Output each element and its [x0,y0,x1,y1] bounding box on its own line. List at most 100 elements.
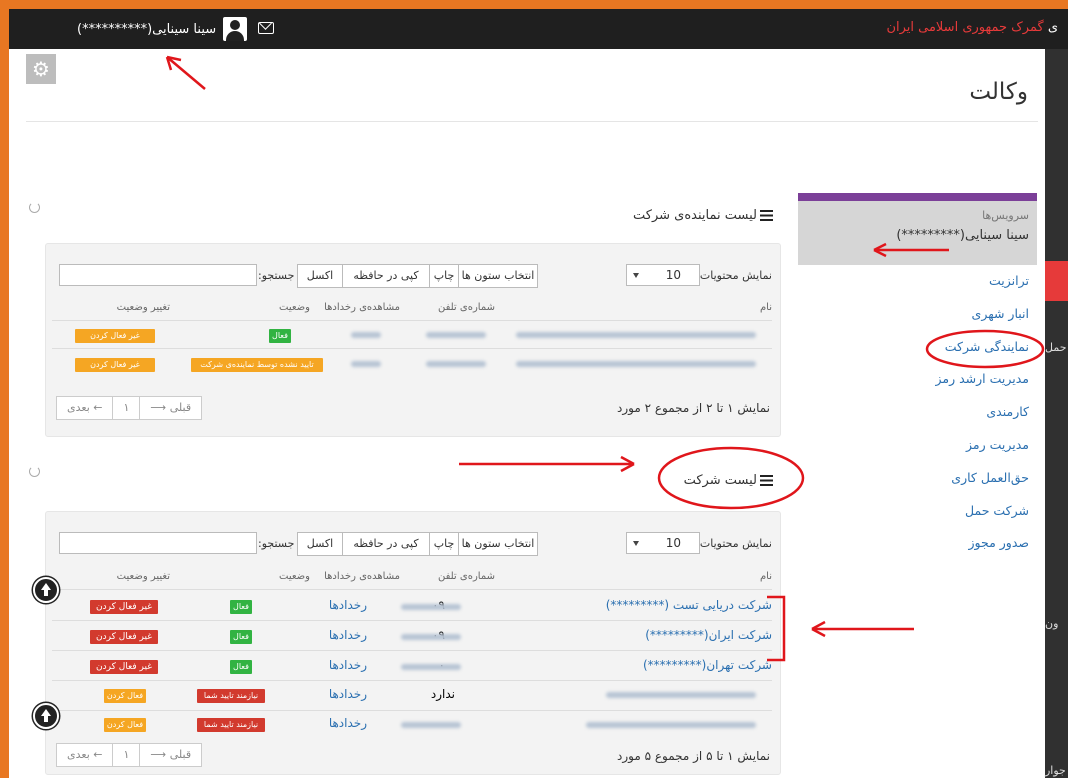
activate-button[interactable]: فعال کردن [104,689,146,703]
redacted-events [351,332,381,338]
company-name-link[interactable]: شرکت تهران(*********) [643,658,772,672]
events-link[interactable]: رخدادها [329,658,367,672]
rail-active-tab[interactable] [1045,261,1068,301]
col-status[interactable]: وضعیت [279,302,310,313]
choose-columns-button[interactable]: انتخاب ستون ها [458,532,538,556]
sidebar-user-name: سینا سینایی(*********) [896,228,1029,243]
search-input[interactable] [59,532,257,554]
page-length-select[interactable]: 10 [626,264,700,286]
divider [26,121,1038,122]
redacted-name [606,692,756,698]
sidebar-item-city-warehouse[interactable]: انبار شهری [798,298,1037,331]
status-badge: نیازمند تایید شما [197,689,265,703]
deactivate-button[interactable]: غیر فعال کردن [75,358,155,372]
sidebar-item-company-representation[interactable]: نمایندگی شرکت [798,331,1037,364]
col-events[interactable]: مشاهده‌ی رخدادها [324,302,400,313]
pagination-prev[interactable]: قبلی ⟶ [139,397,201,419]
deactivate-button[interactable]: غیر فعال کردن [90,660,158,674]
row-divider [52,589,772,590]
col-name[interactable]: نام [760,302,772,313]
choose-columns-button[interactable]: انتخاب ستون ها [458,264,538,288]
col-change-status[interactable]: تغییر وضعیت [117,302,170,313]
redacted-events [351,361,381,367]
annotation-arrowhead [811,620,826,638]
scroll-up-icon[interactable] [33,703,59,729]
user-menu[interactable]: سینا سینایی(**********) [77,17,248,41]
col-name[interactable]: نام [760,571,772,582]
company-name-link[interactable]: شرکت ایران(*********) [645,628,772,642]
status-badge: فعال [269,329,291,343]
scroll-up-icon[interactable] [33,577,59,603]
refresh-icon[interactable] [29,466,40,477]
page-length-select[interactable]: 10 [626,532,700,554]
rail-label: ون [1045,617,1059,630]
events-link[interactable]: رخدادها [329,687,367,701]
pagination-next[interactable]: ← بعدی [57,744,112,766]
print-button[interactable]: چاپ [429,532,459,556]
pagination-next-label: بعدی [67,748,90,761]
redacted-name [516,332,756,338]
deactivate-button[interactable]: غیر فعال کردن [90,630,158,644]
annotation-arrowhead [165,55,182,71]
mail-icon[interactable] [258,22,274,34]
col-events[interactable]: مشاهده‌ی رخدادها [324,571,400,582]
search-input[interactable] [59,264,257,286]
col-change-status[interactable]: تغییر وضعیت [117,571,170,582]
status-badge: فعال [230,660,252,674]
companies-title-text: لیست شرکت [683,473,757,488]
sidebar-item-brokerage[interactable]: حق‌العمل کاری [798,462,1037,495]
avatar-icon [223,17,248,41]
sidebar-item-license-issue[interactable]: صدور مجوز [798,527,1037,560]
show-entries-label: نمایش محتویات [699,537,772,550]
row-divider [52,650,772,651]
status-badge: فعال [230,630,252,644]
sidebar-item-transit[interactable]: ترانزیت [798,265,1037,298]
list-icon [760,475,773,486]
sidebar-accent [798,193,1037,201]
sidebar-item-carrier-company[interactable]: شرکت حمل [798,495,1037,528]
events-link[interactable]: رخدادها [329,598,367,612]
companies-panel: نمایش محتویات 10 انتخاب ستون ها چاپ کپی … [45,511,781,775]
table-info: نمایش ۱ تا ۵ از مجموع ۵ مورد [616,749,770,763]
status-badge: تایید نشده توسط نماینده‌ی شرکت [191,358,323,372]
sidebar-item-senior-password-management[interactable]: مدیریت ارشد رمز [798,363,1037,396]
pagination-page[interactable]: ۱ [112,397,139,419]
events-link[interactable]: رخدادها [329,716,367,730]
representatives-title-text: لیست نماینده‌ی شرکت [633,208,757,223]
activate-button[interactable]: فعال کردن [104,718,146,732]
sidebar-item-employee[interactable]: کارمندی [798,396,1037,429]
redacted-phone [426,361,486,367]
sidebar-item-password-management[interactable]: مدیریت رمز [798,429,1037,462]
table-info: نمایش ۱ تا ۲ از مجموع ۲ مورد [616,401,770,415]
settings-button[interactable]: ⚙ [26,54,56,84]
representatives-title: لیست نماینده‌ی شرکت [633,208,773,223]
pagination-page[interactable]: ۱ [112,744,139,766]
redacted-phone [401,604,461,610]
annotation-arrowhead [620,455,635,473]
redacted-phone [401,722,461,728]
print-button[interactable]: چاپ [429,264,459,288]
excel-button[interactable]: اکسل [297,264,343,288]
sidebar-header: سرویس‌ها سینا سینایی(*********) [798,201,1037,265]
col-phone[interactable]: شماره‌ی تلفن [438,302,495,313]
status-badge: نیازمند تایید شما [197,718,265,732]
copy-button[interactable]: کپی در حافظه [342,264,430,288]
redacted-phone [426,332,486,338]
pagination-prev[interactable]: قبلی ⟶ [139,744,201,766]
rail-label: جوار [1045,764,1066,777]
copy-button[interactable]: کپی در حافظه [342,532,430,556]
excel-button[interactable]: اکسل [297,532,343,556]
deactivate-button[interactable]: غیر فعال کردن [75,329,155,343]
search-label: جستجو: [258,537,295,550]
list-icon [760,210,773,221]
row-divider [52,710,772,711]
app-frame: ی گمرک جمهوری اسلامی ایران سینا سینایی(*… [9,9,1068,778]
events-link[interactable]: رخدادها [329,628,367,642]
deactivate-button[interactable]: غیر فعال کردن [90,600,158,614]
col-status[interactable]: وضعیت [279,571,310,582]
pagination-next[interactable]: ← بعدی [57,397,112,419]
company-name-link[interactable]: شرکت دریایی تست (*********) [606,598,772,612]
refresh-icon[interactable] [29,202,40,213]
col-phone[interactable]: شماره‌ی تلفن [438,571,495,582]
chevron-down-icon [633,273,639,278]
